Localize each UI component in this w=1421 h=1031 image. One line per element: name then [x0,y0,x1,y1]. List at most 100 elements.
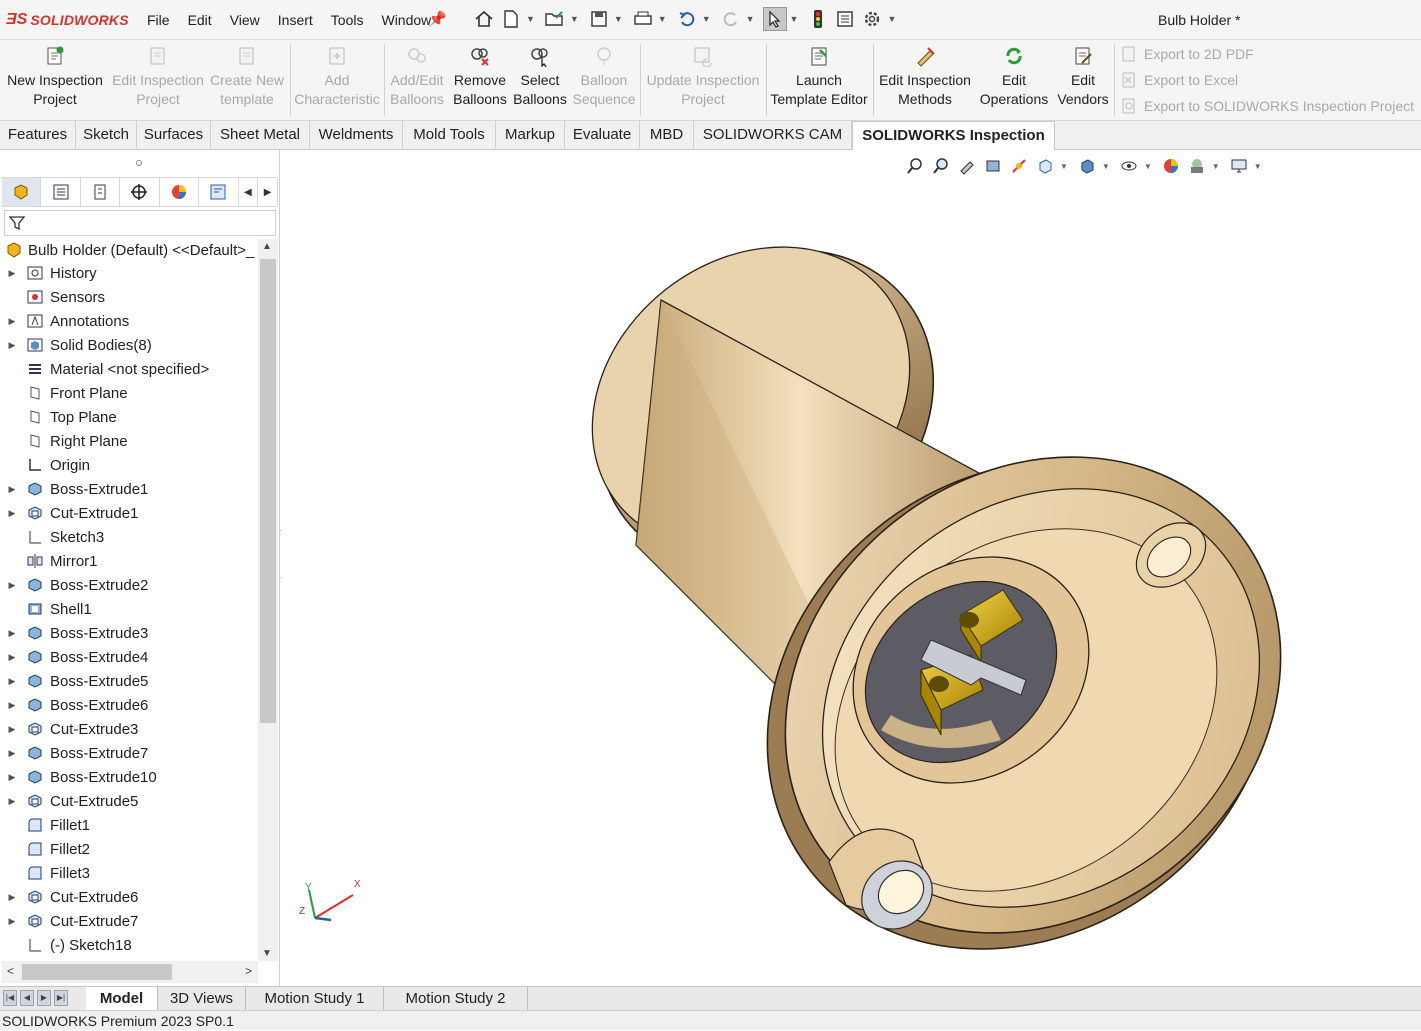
expand-arrow-icon[interactable]: ▶ [6,484,18,495]
expand-arrow-icon[interactable]: ▶ [6,628,18,639]
menu-file[interactable]: File [138,12,179,28]
print-icon[interactable] [631,7,655,31]
feature-tree-item[interactable]: ▶ Solid Bodies(8) [0,333,152,357]
tab-3d-views[interactable]: 3D Views [158,987,246,1010]
panel-splitter-handle[interactable] [136,160,142,166]
new-dropdown-icon[interactable]: ▼ [526,14,535,24]
feature-tree-item[interactable]: ▶ Boss-Extrude2 [0,573,149,597]
edit-appearance-icon[interactable] [1160,155,1182,177]
feature-tree-root[interactable]: Bulb Holder (Default) <<Default>_ [4,239,254,261]
first-tab-nav-icon[interactable]: |◀ [3,990,17,1006]
feature-tree-item[interactable]: ▶ Cut-Extrude1 [0,501,139,525]
edit-inspection-methods-button[interactable]: Edit Inspection Methods [876,44,974,116]
scroll-left-icon[interactable]: < [7,964,14,978]
feature-tree-item[interactable]: Front Plane [0,381,128,405]
tab-mbd[interactable]: MBD [640,121,694,150]
new-document-icon[interactable] [499,7,523,31]
feature-tree-item[interactable]: ▶ Boss-Extrude5 [0,669,149,693]
expand-arrow-icon[interactable]: ▶ [6,316,18,327]
feature-tree-item[interactable]: Origin [0,453,90,477]
feature-tree-item[interactable]: Sensors [0,285,105,309]
feature-tree-filter[interactable] [4,210,276,236]
feature-tree-item[interactable]: Right Plane [0,429,128,453]
feature-tree-item[interactable]: Mirror1 [0,549,98,573]
tab-features[interactable]: Features [0,121,76,150]
feature-tree-item[interactable]: ▶ Boss-Extrude6 [0,693,149,717]
menu-insert[interactable]: Insert [269,12,322,28]
panel-tabs-scroll-left-icon[interactable]: ◀ [239,178,259,206]
expand-arrow-icon[interactable]: ▶ [6,508,18,519]
graphics-area[interactable]: X Y Z [281,150,1421,986]
feature-tree-item[interactable]: Shell1 [0,597,92,621]
expand-arrow-icon[interactable]: ▶ [6,676,18,687]
feature-tree-item[interactable]: Fillet3 [0,861,90,885]
expand-arrow-icon[interactable]: ▶ [6,796,18,807]
previous-view-icon[interactable] [956,155,978,177]
launch-template-editor-button[interactable]: Launch Template Editor [770,44,868,116]
dynamic-annotation-icon[interactable] [1008,155,1030,177]
orientation-triad[interactable]: X Y Z [299,879,361,922]
tab-mold-tools[interactable]: Mold Tools [403,121,496,150]
feature-tree-item[interactable]: Material <not specified> [0,357,209,381]
feature-tree-item[interactable]: ▶ Cut-Extrude3 [0,717,139,741]
select-dropdown-icon[interactable]: ▼ [790,14,799,24]
feature-tree-item[interactable]: ▶ Boss-Extrude10 [0,765,157,789]
section-view-icon[interactable] [982,155,1004,177]
scroll-thumb[interactable] [260,259,276,723]
feature-tree-item[interactable]: (-) Sketch18 [0,933,132,957]
zoom-to-fit-icon[interactable] [904,155,926,177]
feature-tree-item[interactable]: Fillet2 [0,837,90,861]
options-gear-icon[interactable] [860,7,884,31]
hide-show-dropdown-icon[interactable]: ▼ [1144,162,1152,171]
tab-sheet-metal[interactable]: Sheet Metal [211,121,310,150]
model-viewport[interactable]: X Y Z [281,150,1421,986]
remove-balloons-button[interactable]: Remove Balloons [450,44,510,116]
select-cursor-icon[interactable] [762,7,787,31]
feature-tree-horizontal-scrollbar[interactable]: < > [2,961,258,983]
feature-tree-item[interactable]: Sketch3 [0,525,104,549]
undo-icon[interactable] [675,7,699,31]
tab-solidworks-inspection[interactable]: SOLIDWORKS Inspection [852,121,1055,151]
edit-operations-button[interactable]: Edit Operations [978,44,1050,116]
inspection-tab-icon[interactable] [199,178,239,206]
configuration-manager-tab-icon[interactable] [81,178,121,206]
panel-tabs-scroll-right-icon[interactable]: ▶ [258,178,278,206]
rebuild-traffic-light-icon[interactable] [806,7,830,31]
scroll-right-icon[interactable]: > [245,964,252,978]
tab-markup[interactable]: Markup [496,121,565,150]
feature-tree-item[interactable]: ▶ Boss-Extrude7 [0,741,149,765]
tab-motion-study-2[interactable]: Motion Study 2 [384,987,528,1010]
tab-model[interactable]: Model [86,987,158,1010]
menu-view[interactable]: View [221,12,269,28]
menu-tools[interactable]: Tools [322,12,373,28]
next-tab-nav-icon[interactable]: ▶ [37,990,51,1006]
expand-arrow-icon[interactable]: ▶ [6,340,18,351]
edit-vendors-button[interactable]: Edit Vendors [1054,44,1112,116]
view-orientation-dropdown-icon[interactable]: ▼ [1060,162,1068,171]
scroll-down-icon[interactable]: ▼ [262,948,272,959]
display-style-dropdown-icon[interactable]: ▼ [1102,162,1110,171]
save-dropdown-icon[interactable]: ▼ [614,14,623,24]
expand-arrow-icon[interactable]: ▶ [6,652,18,663]
feature-tree-vertical-scrollbar[interactable]: ▲ ▼ [258,239,278,961]
tab-surfaces[interactable]: Surfaces [137,121,211,150]
view-orientation-icon[interactable] [1034,155,1056,177]
feature-tree-item[interactable]: ▶ Cut-Extrude6 [0,885,139,909]
feature-tree-item[interactable]: ▶ History [0,261,97,285]
feature-manager-tab-icon[interactable] [2,178,42,206]
feature-tree-item[interactable]: ▶ Cut-Extrude7 [0,909,139,933]
expand-arrow-icon[interactable]: ▶ [6,268,18,279]
property-manager-tab-icon[interactable] [41,178,81,206]
expand-arrow-icon[interactable]: ▶ [6,748,18,759]
zoom-to-area-icon[interactable] [930,155,952,177]
tab-weldments[interactable]: Weldments [310,121,403,150]
expand-arrow-icon[interactable]: ▶ [6,580,18,591]
expand-arrow-icon[interactable]: ▶ [6,724,18,735]
tab-solidworks-cam[interactable]: SOLIDWORKS CAM [694,121,852,150]
feature-tree-item[interactable]: Fillet1 [0,813,90,837]
save-icon[interactable] [587,7,611,31]
open-icon[interactable] [543,7,567,31]
display-manager-tab-icon[interactable] [160,178,200,206]
tab-sketch[interactable]: Sketch [76,121,137,150]
scroll-thumb[interactable] [22,964,172,980]
